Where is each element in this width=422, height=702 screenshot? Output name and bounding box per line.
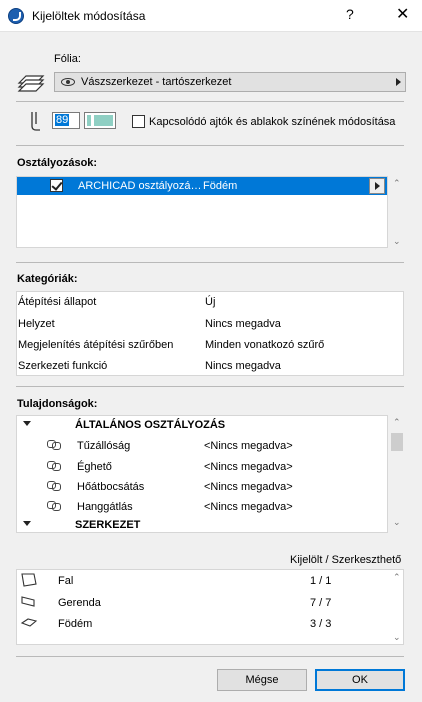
- classifications-label: Osztályozások:: [17, 157, 98, 169]
- properties-label: Tulajdonságok:: [17, 398, 98, 410]
- divider: [16, 656, 404, 657]
- category-row[interactable]: Átépítési állapot Új: [0, 296, 400, 312]
- category-row[interactable]: Megjelenítés átépítési szűrőben Minden v…: [0, 339, 400, 355]
- window-title: Kijelöltek módosítása: [32, 9, 146, 23]
- category-value: Minden vonatkozó szűrő: [205, 339, 325, 351]
- category-value: Új: [205, 296, 216, 308]
- classification-row[interactable]: ARCHICAD osztályozá… Födém: [17, 177, 387, 195]
- category-row[interactable]: Szerkezeti funkció Nincs megadva: [0, 360, 400, 376]
- element-row: Födém 3 / 3: [0, 618, 390, 634]
- archicad-app-icon: [8, 8, 24, 24]
- element-row: Fal 1 / 1: [0, 575, 390, 591]
- classification-expand-button[interactable]: [369, 178, 385, 194]
- element-count: 1 / 1: [310, 575, 332, 587]
- properties-scroll-down-icon[interactable]: ⌄: [393, 517, 401, 528]
- property-group-name: SZERKEZET: [75, 519, 141, 531]
- property-value: <Nincs megadva>: [204, 461, 293, 473]
- link-icon: [47, 481, 61, 491]
- category-name: Szerkezeti funkció: [18, 360, 108, 372]
- property-group-name: ÁLTALÁNOS OSZTÁLYOZÁS: [75, 419, 226, 431]
- properties-scroll-up-icon[interactable]: ⌃: [393, 417, 401, 428]
- layer-icon: [17, 75, 45, 92]
- category-value: Nincs megadva: [205, 318, 281, 330]
- classification-value: Födém: [203, 180, 238, 192]
- properties-scroll-thumb[interactable]: [391, 433, 403, 451]
- link-icon: [47, 501, 61, 511]
- collapse-triangle-icon[interactable]: [23, 521, 31, 526]
- pen-color-swatch[interactable]: [84, 112, 116, 129]
- property-value: <Nincs megadva>: [204, 440, 293, 452]
- door-window-color-label: Kapcsolódó ajtók és ablakok színének mód…: [149, 116, 396, 128]
- pen-icon: [31, 112, 40, 131]
- collapse-triangle-icon[interactable]: [23, 421, 31, 426]
- door-window-color-checkbox[interactable]: [132, 115, 145, 128]
- category-name: Átépítési állapot: [18, 296, 97, 308]
- element-count: 3 / 3: [310, 618, 332, 630]
- layer-label: Fólia:: [54, 53, 81, 65]
- property-row[interactable]: Éghető <Nincs megadva>: [0, 457, 390, 476]
- classification-checkbox[interactable]: [50, 179, 63, 192]
- category-name: Helyzet: [18, 318, 55, 330]
- category-value: Nincs megadva: [205, 360, 281, 372]
- property-name: Hanggátlás: [77, 501, 133, 513]
- divider: [16, 101, 404, 102]
- property-name: Hőátbocsátás: [77, 481, 145, 493]
- link-icon: [47, 440, 61, 450]
- categories-label: Kategóriák:: [17, 273, 78, 285]
- property-group-general[interactable]: ÁLTALÁNOS OSZTÁLYOZÁS: [17, 415, 390, 434]
- property-name: Tűzállóság: [77, 440, 131, 452]
- elements-header: Kijelölt / Szerkeszthető: [290, 554, 402, 566]
- property-row[interactable]: Hanggátlás <Nincs megadva>: [0, 497, 390, 516]
- eye-icon: [61, 78, 75, 86]
- layer-dropdown[interactable]: Vászszerkezet - tartószerkezet: [54, 72, 406, 92]
- property-group-structure[interactable]: SZERKEZET: [17, 515, 390, 534]
- elements-scroll-down-icon[interactable]: ⌄: [393, 632, 401, 643]
- category-name: Megjelenítés átépítési szűrőben: [18, 339, 174, 351]
- layer-value: Vászszerkezet - tartószerkezet: [81, 76, 232, 88]
- help-button[interactable]: ?: [346, 6, 354, 22]
- dropdown-arrow-icon: [396, 78, 401, 86]
- property-value: <Nincs megadva>: [204, 481, 293, 493]
- element-row: Gerenda 7 / 7: [0, 597, 390, 613]
- elements-scroll-up-icon[interactable]: ⌃: [393, 572, 401, 583]
- property-name: Éghető: [77, 461, 112, 473]
- classification-system: ARCHICAD osztályozá…: [78, 180, 202, 192]
- pen-number-field[interactable]: 89: [52, 112, 80, 129]
- classifications-scroll-down-icon[interactable]: ⌄: [393, 236, 401, 247]
- cancel-button[interactable]: Mégse: [217, 669, 307, 691]
- element-name: Fal: [58, 575, 74, 587]
- divider: [16, 386, 404, 387]
- link-icon: [47, 461, 61, 471]
- divider: [16, 262, 404, 263]
- element-name: Gerenda: [58, 597, 101, 609]
- element-name: Födém: [58, 618, 93, 630]
- close-button[interactable]: ✕: [396, 4, 409, 24]
- property-row[interactable]: Tűzállóság <Nincs megadva>: [0, 436, 390, 455]
- property-row[interactable]: Hőátbocsátás <Nincs megadva>: [0, 477, 390, 496]
- element-count: 7 / 7: [310, 597, 332, 609]
- classifications-scroll-up-icon[interactable]: ⌃: [393, 178, 401, 189]
- category-row[interactable]: Helyzet Nincs megadva: [0, 318, 400, 334]
- ok-button[interactable]: OK: [315, 669, 405, 691]
- divider: [16, 145, 404, 146]
- property-value: <Nincs megadva>: [204, 501, 293, 513]
